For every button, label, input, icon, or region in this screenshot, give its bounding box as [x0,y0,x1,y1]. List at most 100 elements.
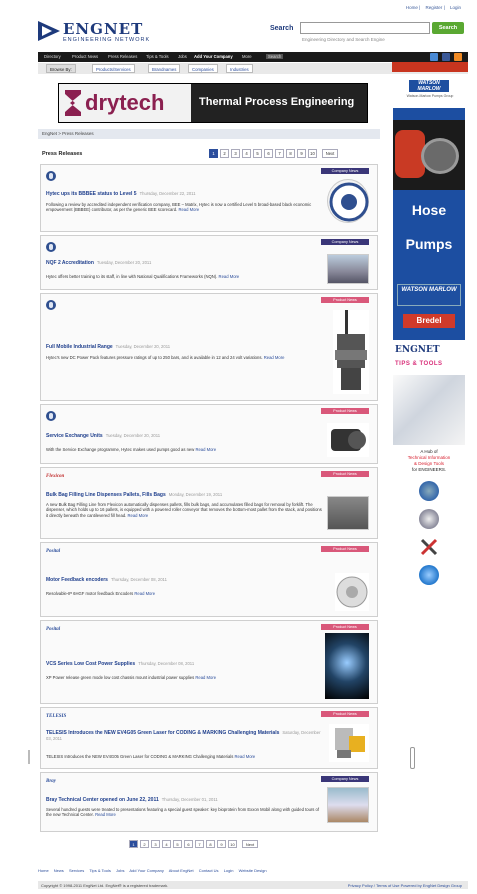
release-date: Tuesday, December 20, 2011 [105,433,161,438]
page-3[interactable]: 3 [231,149,240,158]
tab-industries[interactable]: Industries [226,64,253,73]
press-release-card: Product News Full Mobile Industrial Rang… [40,293,378,401]
login-link[interactable]: Login [450,5,461,10]
hytec-logo-icon [46,300,56,310]
press-release-card: Company News Hytec ups its BBBEE status … [40,164,378,232]
tab-companies[interactable]: Companies [188,64,218,73]
nav-press-releases[interactable]: Press Releases [108,54,137,59]
read-more-link[interactable]: Read More [195,675,216,680]
page-9[interactable]: 9 [217,840,226,848]
footer-link[interactable]: Contact Us [199,868,219,873]
watson-marlow-logo: WATSON MARLOW [409,80,449,92]
rss-icon[interactable] [454,53,462,61]
posital-logo: Posital [46,627,61,632]
page-9[interactable]: 9 [297,149,306,158]
footer-links: Home News Services Tips & Tools Jobs Add… [38,868,468,873]
release-title[interactable]: Bray Technical Center opened on June 22,… [46,797,326,803]
page-1[interactable]: 1 [209,149,218,158]
nav-more[interactable]: More [242,54,252,59]
release-title[interactable]: Bulk Bag Filling Line Dispenses Pallets,… [46,492,336,498]
page-5[interactable]: 5 [253,149,262,158]
page-7[interactable]: 7 [195,840,204,848]
read-more-link[interactable]: Read More [235,754,256,759]
twitter-icon[interactable] [430,53,438,61]
category-badge: Product News [321,297,369,303]
search-label: Search [270,25,294,32]
footer-link[interactable]: About EngNet [169,868,194,873]
page-8[interactable]: 8 [206,840,215,848]
read-more-link[interactable]: Read More [178,207,199,212]
read-more-link[interactable]: Read More [219,274,240,279]
category-badge: Company News [321,168,369,174]
release-title[interactable]: Motor Feedback encoders Thursday, Decembe… [46,577,316,583]
bredel-logo: Bredel [403,314,455,328]
release-date: Tuesday, December 20, 2011 [115,344,171,349]
footer-link[interactable]: Home [38,868,49,873]
read-more-link[interactable]: Read More [264,355,285,360]
footer-link[interactable]: Services [69,868,84,873]
category-badge: Product News [321,624,369,630]
drytech-banner-ad[interactable]: drytech Thermal Process Engineering [58,83,368,123]
page-6[interactable]: 6 [264,149,273,158]
footer-link[interactable]: Add Your Company [129,868,163,873]
release-summary: TELESIS Introduces the NEW EV4G05 Green … [46,754,256,759]
page-1[interactable]: 1 [129,840,138,848]
page-6[interactable]: 6 [184,840,193,848]
facebook-icon[interactable] [442,53,450,61]
home-link[interactable]: Home [406,5,418,10]
footer-link[interactable]: Tips & Tools [89,868,111,873]
right-promo-strip[interactable] [392,62,468,72]
hub-tagline: A Hub of Technical Information & Design … [407,449,451,472]
breadcrumb[interactable]: EngNet > Press Releases [38,129,380,139]
tab-brandnames[interactable]: Brandnames [148,64,181,73]
nav-add-company[interactable]: Add Your Company [194,54,233,59]
certificate-seal-icon [329,182,369,222]
search-button[interactable]: Search [432,22,464,34]
tips-tools-ad[interactable]: ENGNET TIPS & TOOLS A Hub of Technical I… [393,345,465,605]
release-title[interactable]: VCS Series Low Cost Power Supplies Thursd… [46,661,316,667]
release-title[interactable]: Full Mobile Industrial Range Tuesday, Dec… [46,344,316,350]
release-title[interactable]: Service Exchange Units Tuesday, December … [46,433,316,439]
engnet-logo[interactable]: ENGNET ENGINEERING NETWORK [38,17,178,47]
nav-jobs[interactable]: Jobs [178,54,187,59]
page-2[interactable]: 2 [220,149,229,158]
release-title[interactable]: NQF 2 Accreditation Tuesday, December 20,… [46,260,326,266]
nav-directory[interactable]: Directory [44,54,61,59]
read-more-link[interactable]: Read More [127,513,148,518]
privacy-links[interactable]: Privacy Policy / Terms of Use Powered by… [348,883,462,888]
page-8[interactable]: 8 [286,149,295,158]
footer-link[interactable]: Login [224,868,234,873]
register-link[interactable]: Register [426,5,443,10]
release-title[interactable]: TELESIS Introduces the NEW EV4G05 Green … [46,730,321,742]
release-summary: With the Service Exchange programme, Hyt… [46,447,217,452]
page-7[interactable]: 7 [275,149,284,158]
drytech-logo-icon [65,90,81,116]
page-4[interactable]: 4 [162,840,171,848]
posital-logo: Posital [46,549,61,554]
nav-product-news[interactable]: Product News [72,54,98,59]
read-more-link[interactable]: Read More [95,812,116,817]
scroll-handle[interactable] [410,747,415,769]
nav-tips-tools[interactable]: Tips & Tools [146,54,169,59]
page-2[interactable]: 2 [140,840,149,848]
page-4[interactable]: 4 [242,149,251,158]
next-page-button[interactable]: Next [322,149,338,158]
hose-pumps-ad[interactable]: Hose Pumps WATSON MARLOW Bredel [393,108,465,340]
release-title[interactable]: Hytec ups its BBBEE status to Level 5 Thu… [46,191,316,197]
logo-wordmark: ENGNET [63,20,144,38]
tab-products-services[interactable]: Products/Services [92,64,135,73]
read-more-link[interactable]: Read More [134,591,155,596]
read-more-link[interactable]: Read More [195,447,216,452]
footer-link[interactable]: Website Design [239,868,267,873]
footer-link[interactable]: News [54,868,64,873]
footer-link[interactable]: Jobs [116,868,124,873]
page-10[interactable]: 10 [308,149,317,158]
next-page-button[interactable]: Next [242,840,258,848]
search-input[interactable] [300,22,430,34]
page-10[interactable]: 10 [228,840,237,848]
page-5[interactable]: 5 [173,840,182,848]
watson-marlow-top-ad[interactable]: WATSON MARLOW Watson-Marlow Pumps Group [393,80,465,104]
page-3[interactable]: 3 [151,840,160,848]
info-icon [419,565,439,585]
nav-search-box[interactable]: Search [266,53,284,59]
